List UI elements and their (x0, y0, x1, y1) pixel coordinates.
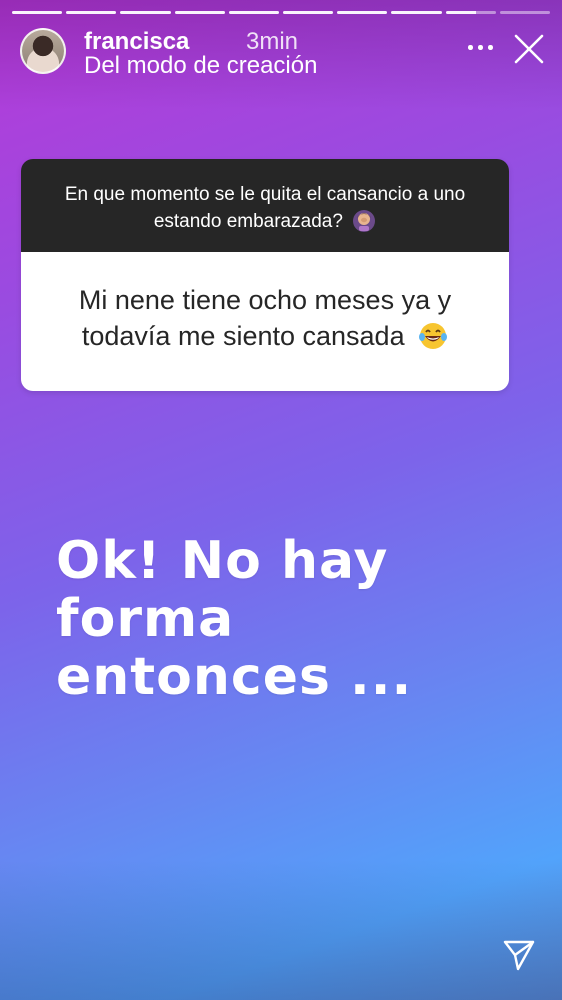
more-horizontal-icon (478, 45, 483, 50)
progress-segment (174, 11, 225, 14)
progress-segment (499, 11, 551, 14)
story-subtitle[interactable]: Del modo de creación (84, 52, 317, 80)
tears-of-joy-emoji (419, 323, 448, 349)
more-horizontal-icon (488, 45, 493, 50)
question-sticker: En que momento se le quita el cansancio … (21, 159, 509, 391)
question-header: En que momento se le quita el cansancio … (21, 159, 509, 252)
story-text-overlay: Ok! No hay forma entonces ... (56, 532, 526, 706)
progress-segment (337, 11, 388, 14)
more-horizontal-icon (468, 45, 473, 50)
progress-segment (283, 11, 334, 14)
overlay-line-1: Ok! No hay forma (56, 531, 389, 649)
progress-segment (12, 11, 63, 14)
answer-area: Mi nene tiene ocho meses ya y todavía me… (21, 252, 509, 391)
story-progress-bar (12, 11, 551, 14)
question-text: En que momento se le quita el cansancio … (64, 184, 466, 232)
avatar[interactable] (20, 28, 66, 74)
send-icon[interactable] (502, 938, 536, 972)
progress-segment (228, 11, 280, 14)
progress-segment (66, 11, 117, 14)
bottom-shade (0, 860, 562, 1000)
more-options-button[interactable] (468, 41, 496, 53)
progress-segment (391, 11, 442, 14)
woman-facepalming-emoji (353, 210, 376, 232)
close-icon[interactable] (512, 32, 546, 66)
progress-segment-current (445, 11, 496, 14)
progress-segment (120, 11, 171, 14)
answer-text: Mi nene tiene ocho meses ya y todavía me… (78, 285, 452, 351)
overlay-line-2: entonces ... (56, 647, 413, 707)
story-header: francisca 3min Del modo de creación (20, 26, 548, 80)
